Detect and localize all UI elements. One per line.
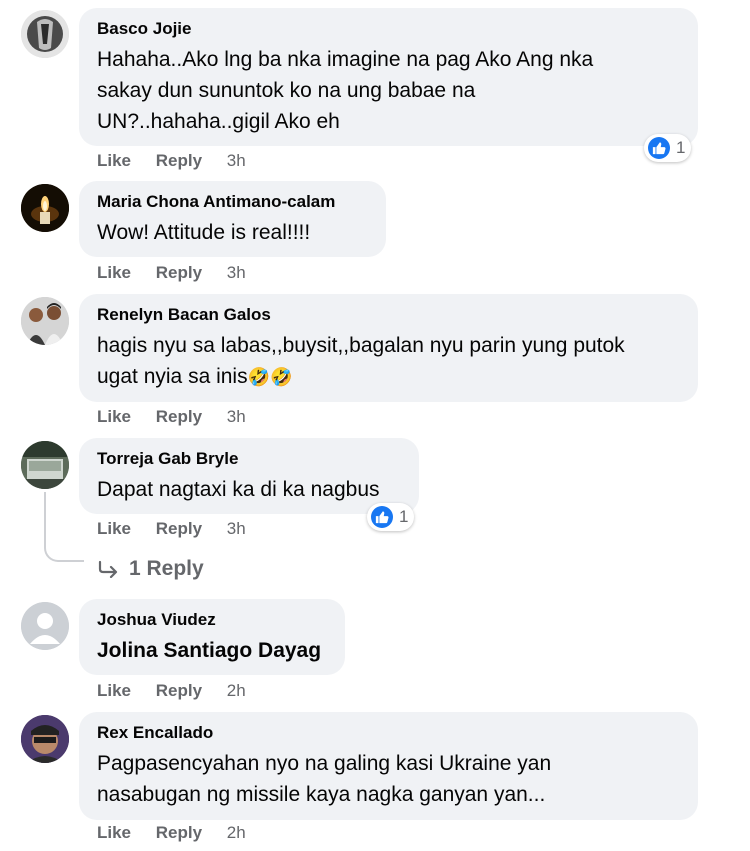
comment-actions: Like Reply 3h — [97, 263, 266, 283]
reply-button[interactable]: Reply — [156, 519, 202, 538]
timestamp[interactable]: 2h — [227, 681, 246, 700]
avatar[interactable] — [21, 441, 69, 489]
comment-bubble: Renelyn Bacan Galos hagis nyu sa labas,,… — [79, 294, 698, 402]
reaction-count[interactable]: 1 — [644, 134, 692, 162]
comment-actions: Like Reply 3h — [97, 151, 266, 171]
like-button[interactable]: Like — [97, 263, 131, 282]
commenter-name[interactable]: Maria Chona Antimano-calam — [97, 191, 368, 213]
timestamp[interactable]: 3h — [227, 151, 246, 170]
reply-button[interactable]: Reply — [156, 407, 202, 426]
avatar[interactable] — [21, 10, 69, 58]
reply-button[interactable]: Reply — [156, 823, 202, 842]
default-avatar-icon — [21, 602, 69, 650]
comment-text: hagis nyu sa labas,,buysit,,bagalan nyu … — [97, 330, 680, 393]
like-icon — [371, 506, 393, 528]
timestamp[interactable]: 3h — [227, 263, 246, 282]
comment-actions: Like Reply 2h — [97, 823, 266, 843]
comment-bubble: Torreja Gab Bryle Dapat nagtaxi ka di ka… — [79, 438, 419, 514]
view-replies-label: 1 Reply — [129, 557, 204, 580]
comment-bubble: Joshua Viudez Jolina Santiago Dayag — [79, 599, 345, 675]
comment-text: Hahaha..Ako lng ba nka imagine na pag Ak… — [97, 48, 594, 133]
timestamp[interactable]: 3h — [227, 407, 246, 426]
avatar[interactable] — [21, 602, 69, 650]
like-icon — [648, 137, 670, 159]
comment-text-body: hagis nyu sa labas,,buysit,,bagalan nyu … — [97, 334, 625, 388]
comment-actions: Like Reply 3h — [97, 519, 266, 539]
group-avatar-image — [21, 441, 69, 489]
comment-text: Dapat nagtaxi ka di ka nagbus — [97, 478, 380, 501]
candle-avatar-image — [21, 184, 69, 232]
like-button[interactable]: Like — [97, 519, 131, 538]
commenter-name[interactable]: Rex Encallado — [97, 722, 680, 744]
profile-avatar-image — [21, 715, 69, 763]
commenter-name[interactable]: Joshua Viudez — [97, 609, 327, 631]
reaction-count-value: 1 — [676, 138, 686, 157]
comment-text: Pagpasencyahan nyo na galing kasi Ukrain… — [97, 752, 552, 806]
mentioned-user-link[interactable]: Jolina Santiago Dayag — [97, 635, 327, 666]
commenter-name[interactable]: Torreja Gab Bryle — [97, 448, 401, 470]
commenter-name[interactable]: Basco Jojie — [97, 18, 680, 40]
like-button[interactable]: Like — [97, 681, 131, 700]
timestamp[interactable]: 3h — [227, 519, 246, 538]
reply-button[interactable]: Reply — [156, 681, 202, 700]
view-replies-link[interactable]: 1 Reply — [97, 557, 204, 581]
comment-actions: Like Reply 2h — [97, 681, 266, 701]
reply-button[interactable]: Reply — [156, 263, 202, 282]
reply-thread-line — [44, 492, 84, 562]
comment-bubble: Basco Jojie Hahaha..Ako lng ba nka imagi… — [79, 8, 698, 146]
comment-bubble: Rex Encallado Pagpasencyahan nyo na gali… — [79, 712, 698, 820]
like-button[interactable]: Like — [97, 151, 131, 170]
avatar[interactable] — [21, 297, 69, 345]
timestamp[interactable]: 2h — [227, 823, 246, 842]
like-button[interactable]: Like — [97, 823, 131, 842]
comment-actions: Like Reply 3h — [97, 407, 266, 427]
comment-text: Wow! Attitude is real!!!! — [97, 221, 311, 244]
reaction-count[interactable]: 1 — [367, 503, 415, 531]
comment-bubble: Maria Chona Antimano-calam Wow! Attitude… — [79, 181, 386, 257]
like-button[interactable]: Like — [97, 407, 131, 426]
reaction-count-value: 1 — [399, 507, 409, 526]
reply-button[interactable]: Reply — [156, 151, 202, 170]
commenter-name[interactable]: Renelyn Bacan Galos — [97, 304, 680, 326]
rofl-emoji: 🤣🤣 — [247, 367, 293, 387]
avatar-image — [21, 10, 69, 58]
reply-arrow-icon — [98, 560, 118, 578]
avatar[interactable] — [21, 184, 69, 232]
avatar[interactable] — [21, 715, 69, 763]
couple-avatar-image — [21, 297, 69, 345]
